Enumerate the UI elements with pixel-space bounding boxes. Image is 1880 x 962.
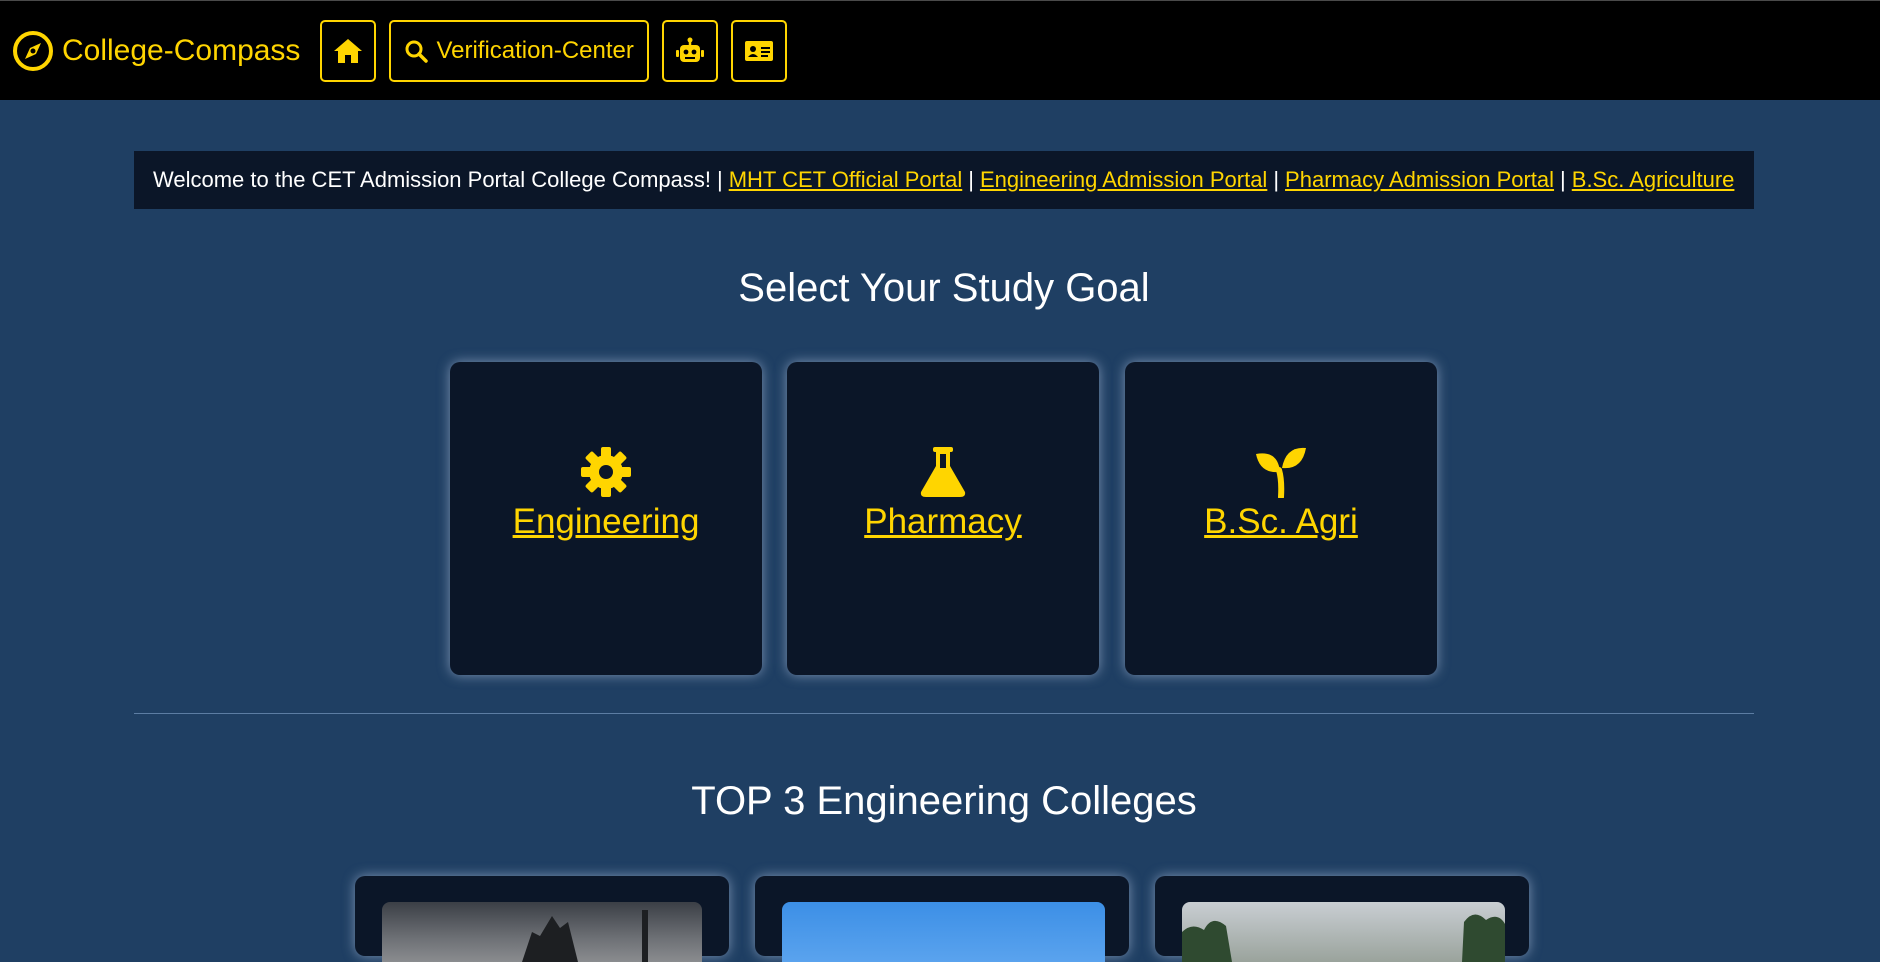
section-divider: [134, 713, 1754, 714]
id-card-icon: [744, 40, 773, 61]
verification-center-button[interactable]: Verification-Center: [389, 19, 649, 82]
search-icon: [405, 40, 429, 63]
profile-card-button[interactable]: [730, 19, 787, 82]
college-image: [1182, 902, 1505, 962]
ticker-separator: |: [1273, 167, 1280, 192]
bsc-agri-link[interactable]: B.Sc. Agri: [1204, 502, 1358, 542]
college-image: [382, 902, 702, 962]
engineering-link[interactable]: Engineering: [513, 502, 700, 542]
agriculture-portal-link[interactable]: B.Sc. Agriculture: [1572, 167, 1735, 192]
compass-icon: [13, 30, 53, 71]
goal-card-pharmacy[interactable]: Pharmacy: [787, 362, 1099, 675]
brand-link[interactable]: College-Compass: [12, 30, 300, 72]
robot-icon: [675, 37, 704, 62]
home-icon: [334, 38, 363, 63]
study-goal-heading: Select Your Study Goal: [738, 266, 1150, 310]
home-button[interactable]: [320, 19, 377, 82]
ticker-separator: |: [716, 167, 723, 192]
chatbot-button[interactable]: [661, 19, 718, 82]
college-card[interactable]: [1155, 876, 1529, 962]
college-card[interactable]: [355, 876, 729, 962]
mht-cet-portal-link[interactable]: MHT CET Official Portal: [729, 167, 963, 192]
flask-icon: [920, 447, 966, 497]
goal-card-engineering[interactable]: Engineering: [450, 362, 762, 675]
brand-name: College-Compass: [62, 33, 301, 67]
pharmacy-link[interactable]: Pharmacy: [864, 502, 1022, 542]
college-card[interactable]: [755, 876, 1129, 962]
verification-center-label: Verification-Center: [436, 36, 634, 64]
welcome-text: Welcome to the CET Admission Portal Coll…: [153, 167, 711, 192]
engineering-portal-link[interactable]: Engineering Admission Portal: [980, 167, 1267, 192]
gear-icon: [581, 447, 631, 497]
goal-card-bsc-agri[interactable]: B.Sc. Agri: [1125, 362, 1437, 675]
announcement-ticker: Welcome to the CET Admission Portal Coll…: [134, 151, 1754, 209]
pharmacy-portal-link[interactable]: Pharmacy Admission Portal: [1285, 167, 1554, 192]
navbar: College-Compass Verification-Center: [0, 0, 1880, 100]
seedling-icon: [1256, 447, 1306, 498]
ticker-separator: |: [968, 167, 974, 192]
college-image: [782, 902, 1105, 962]
ticker-separator: |: [1560, 167, 1566, 192]
top-colleges-heading: TOP 3 Engineering Colleges: [691, 779, 1197, 823]
